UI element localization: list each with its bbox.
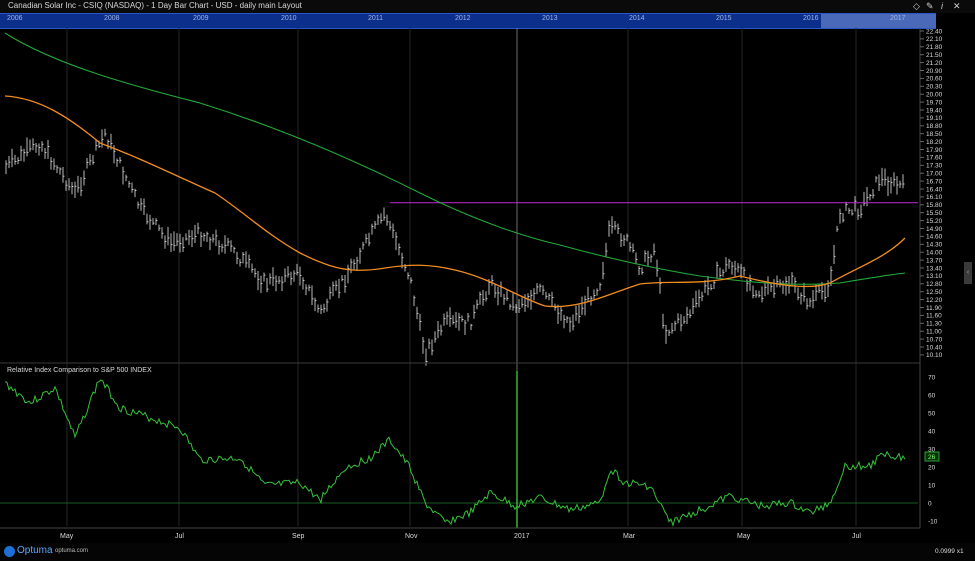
price-tick-label: 15.80 [926, 202, 943, 209]
price-tick-label: 20.90 [926, 68, 943, 75]
indicator-tick-label: 70 [928, 374, 936, 381]
price-tick-label: 14.60 [926, 234, 943, 241]
zoom-value: 0.0999 [935, 548, 955, 555]
price-tick-label: 17.60 [926, 155, 943, 162]
price-tick-label: 22.10 [926, 36, 943, 43]
price-tick-label: 17.00 [926, 171, 943, 178]
info-icon[interactable]: i [941, 0, 943, 12]
date-axis: May Jul Sep Nov 2017 Mar May Jul [60, 533, 861, 540]
date-tick-label: Mar [623, 533, 636, 540]
navigator-window-handle[interactable] [821, 14, 936, 28]
indicator-tick-label: 20 [928, 464, 936, 471]
price-tick-label: 11.00 [926, 329, 942, 336]
price-tick-label: 19.10 [926, 115, 943, 122]
nav-year-label: 2010 [281, 15, 297, 22]
chart-area[interactable]: Relative Index Comparison to S&P 500 IND… [0, 28, 975, 543]
nav-year-label: 2014 [629, 15, 645, 22]
price-axis: 22.4022.1021.8021.5021.2020.9020.6020.30… [920, 28, 943, 359]
indicator-axis: 706050403020100-10 [928, 374, 938, 525]
price-tick-label: 21.80 [926, 44, 943, 51]
indicator-tick-label: -10 [928, 518, 938, 525]
price-tick-label: 16.10 [926, 194, 943, 201]
fast-moving-average-line [4, 95, 906, 308]
price-tick-label: 19.40 [926, 107, 943, 114]
indicator-tick-label: 40 [928, 428, 936, 435]
brand-name: Optuma [17, 545, 53, 556]
price-tick-label: 16.40 [926, 186, 943, 193]
price-tick-label: 10.10 [926, 352, 943, 359]
price-tick-label: 11.60 [926, 313, 942, 320]
diamond-icon[interactable]: ◇ [913, 0, 920, 12]
nav-year-label: 2016 [803, 15, 819, 22]
price-tick-label: 10.40 [926, 344, 943, 351]
indicator-tick-label: 0 [928, 500, 932, 507]
price-tick-label: 14.00 [926, 250, 943, 257]
nav-year-label: 2015 [716, 15, 732, 22]
brand-url: optuma.com [55, 548, 89, 554]
price-bars [5, 128, 905, 366]
price-tick-label: 19.70 [926, 99, 943, 106]
nav-year-label: 2017 [890, 15, 906, 22]
price-tick-label: 17.90 [926, 147, 943, 154]
price-tick-label: 21.50 [926, 52, 943, 59]
nav-year-label: 2013 [542, 15, 558, 22]
optuma-logo-icon [4, 546, 15, 557]
title-bar: Canadian Solar Inc - CSIQ (NASDAQ) - 1 D… [0, 0, 975, 13]
price-tick-label: 17.30 [926, 163, 943, 170]
close-icon[interactable]: ✕ [953, 0, 961, 12]
price-tick-label: 15.50 [926, 210, 943, 217]
nav-year-label: 2009 [193, 15, 209, 22]
indicator-tick-label: 10 [928, 482, 936, 489]
price-tick-label: 12.80 [926, 281, 943, 288]
date-navigator[interactable]: 2006 2008 2009 2010 2011 2012 2013 2014 … [0, 13, 936, 29]
relative-index-line [4, 379, 906, 528]
price-tick-label: 13.10 [926, 273, 943, 280]
indicator-tick-label: 60 [928, 392, 936, 399]
status-footer: Optuma optuma.com 0.0999 x1 [0, 543, 975, 561]
price-tick-label: 12.50 [926, 289, 943, 296]
price-tick-label: 11.30 [926, 321, 942, 328]
current-value-label: 26 [928, 454, 936, 461]
price-tick-label: 15.20 [926, 218, 943, 225]
date-tick-label: May [60, 533, 74, 540]
nav-year-label: 2012 [455, 15, 471, 22]
indicator-title: Relative Index Comparison to S&P 500 IND… [7, 367, 152, 374]
price-tick-label: 18.80 [926, 123, 943, 130]
zoom-readout[interactable]: 0.0999 x1 [935, 548, 964, 555]
date-tick-label: Jul [175, 533, 184, 540]
price-tick-label: 10.70 [926, 336, 943, 343]
price-tick-label: 20.00 [926, 92, 943, 99]
nav-year-label: 2008 [104, 15, 120, 22]
price-tick-label: 22.40 [926, 28, 943, 35]
date-tick-label: May [737, 533, 751, 540]
price-tick-label: 20.30 [926, 84, 943, 91]
price-tick-label: 13.40 [926, 265, 943, 272]
chart-title: Canadian Solar Inc - CSIQ (NASDAQ) - 1 D… [8, 1, 302, 10]
price-tick-label: 16.70 [926, 178, 943, 185]
nav-year-label: 2006 [7, 15, 23, 22]
price-tick-label: 11.90 [926, 305, 942, 312]
side-panel-toggle[interactable]: ‹ [964, 262, 972, 284]
price-tick-label: 14.90 [926, 226, 943, 233]
date-tick-label: Sep [292, 533, 305, 540]
price-tick-label: 21.20 [926, 60, 943, 67]
price-tick-label: 13.70 [926, 257, 943, 264]
date-tick-label: Jul [852, 533, 861, 540]
indicator-tick-label: 50 [928, 410, 936, 417]
price-tick-label: 14.30 [926, 242, 943, 249]
price-tick-label: 18.20 [926, 139, 943, 146]
nav-year-label: 2011 [368, 15, 384, 22]
date-tick-label: Nov [405, 533, 418, 540]
zoom-suffix: x1 [956, 548, 964, 555]
date-tick-label: 2017 [514, 533, 530, 540]
price-tick-label: 20.60 [926, 76, 943, 83]
price-tick-label: 12.20 [926, 297, 943, 304]
price-tick-label: 18.50 [926, 131, 943, 138]
pin-icon[interactable]: ✎ [926, 0, 934, 12]
